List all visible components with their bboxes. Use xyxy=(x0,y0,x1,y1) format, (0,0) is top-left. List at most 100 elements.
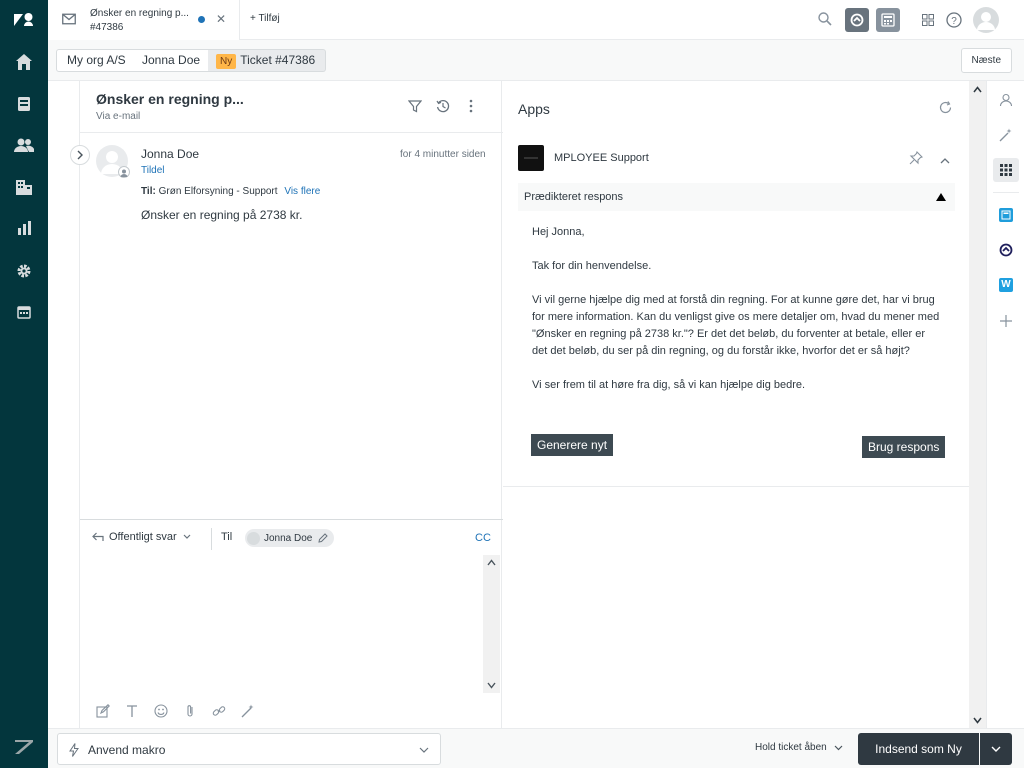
triangle-up-icon[interactable] xyxy=(936,193,946,201)
composer-scrollbar[interactable] xyxy=(483,555,500,693)
hold-ticket-dropdown[interactable]: Hold ticket åben xyxy=(755,742,843,753)
cc-link[interactable]: CC xyxy=(475,532,491,544)
submit-options-button[interactable] xyxy=(980,733,1012,765)
message-author[interactable]: Jonna Doe xyxy=(141,147,199,161)
tab-ticket-number: #47386 xyxy=(90,22,124,33)
home-icon[interactable] xyxy=(12,50,36,74)
status-badge: Ny xyxy=(216,54,237,69)
compose-note-icon[interactable] xyxy=(96,704,110,718)
scroll-down-icon[interactable] xyxy=(487,682,496,689)
next-button[interactable]: Næste xyxy=(960,48,1012,73)
reporting-icon[interactable] xyxy=(12,216,36,240)
regenerate-button[interactable]: Generere nyt xyxy=(531,434,614,456)
message: Jonna Doe for 4 minutter siden Tildel Ti… xyxy=(80,134,503,254)
apps-grid-icon[interactable] xyxy=(993,158,1019,182)
magic-wand-icon[interactable] xyxy=(241,704,255,718)
conversation-header: Ønsker en regning p... Via e-mail xyxy=(80,81,503,133)
lightning-icon xyxy=(69,743,79,757)
reply-type-dropdown[interactable]: Offentligt svar xyxy=(92,531,191,543)
views-icon[interactable] xyxy=(12,92,36,116)
breadcrumb-ticket-label: Ticket #47386 xyxy=(240,53,316,67)
user-avatar[interactable] xyxy=(973,7,999,33)
footer-bar: Anvend makro Hold ticket åben Indsend so… xyxy=(48,728,1024,768)
filter-icon[interactable] xyxy=(407,99,423,116)
user-profile-icon[interactable] xyxy=(999,93,1013,110)
add-app-icon[interactable] xyxy=(999,314,1013,331)
end-user-badge-icon xyxy=(118,166,130,178)
zendesk-product-icon[interactable] xyxy=(12,735,36,759)
history-icon[interactable] xyxy=(436,99,450,116)
composer-toolbar xyxy=(96,704,255,718)
link-icon[interactable] xyxy=(212,704,226,718)
calculator-app-icon[interactable] xyxy=(876,8,900,32)
apps-panel: Apps MPLOYEE Support Prædikteret respons… xyxy=(503,81,969,728)
divider xyxy=(503,486,969,487)
to-label: Til: xyxy=(141,186,156,197)
divider xyxy=(211,528,212,550)
chevron-down-icon xyxy=(834,745,843,750)
reply-composer: Offentligt svar Til Jonna Doe CC xyxy=(80,519,503,728)
show-more-link[interactable]: Vis flere xyxy=(284,186,320,197)
close-tab-icon[interactable]: ✕ xyxy=(216,12,226,26)
to-field-label: Til xyxy=(221,531,233,543)
assign-link[interactable]: Tildel xyxy=(141,165,165,176)
edit-pencil-icon[interactable] xyxy=(318,533,329,543)
message-time: for 4 minutter siden xyxy=(400,149,486,160)
ticket-subject[interactable]: Ønsker en regning p... xyxy=(96,91,244,107)
response-paragraph: Tak for din henvendelse. xyxy=(532,260,652,272)
context-bar: W xyxy=(986,81,1024,728)
knowledge-wand-icon[interactable] xyxy=(999,128,1013,145)
customers-icon[interactable] xyxy=(12,133,36,157)
macro-label: Anvend makro xyxy=(88,743,166,757)
admin-gear-icon[interactable] xyxy=(12,259,36,283)
svg-text:?: ? xyxy=(951,16,957,27)
use-response-button[interactable]: Brug respons xyxy=(862,436,946,458)
breadcrumb-requester[interactable]: Jonna Doe xyxy=(132,49,212,72)
search-icon[interactable] xyxy=(818,12,832,29)
ticket-tab[interactable]: Ønsker en regning p... #47386 ✕ xyxy=(48,0,240,40)
apply-macro-dropdown[interactable]: Anvend makro xyxy=(57,733,441,765)
organizations-icon[interactable] xyxy=(12,175,36,199)
breadcrumb-org[interactable]: My org A/S xyxy=(56,49,137,72)
submit-button[interactable]: Indsend som Ny xyxy=(858,733,979,765)
add-tab-button[interactable]: + Tilføj xyxy=(250,13,280,24)
response-paragraph: Hej Jonna, xyxy=(532,226,585,238)
attachment-icon[interactable] xyxy=(183,704,197,718)
breadcrumb: My org A/S Jonna Doe Ny Ticket #47386 Næs… xyxy=(48,40,1024,81)
section-label: Prædikteret respons xyxy=(524,191,624,203)
apps-title: Apps xyxy=(518,101,550,117)
pin-icon[interactable] xyxy=(909,150,924,168)
divider xyxy=(993,192,1019,193)
calendar-icon[interactable] xyxy=(12,300,36,324)
w-app-icon[interactable]: W xyxy=(999,278,1013,292)
more-options-icon[interactable] xyxy=(468,99,474,116)
message-recipients: Til: Grøn Elforsyning - Support Vis fler… xyxy=(141,186,320,197)
zendesk-logo-icon[interactable] xyxy=(12,8,36,32)
integration-app-icon[interactable] xyxy=(845,8,869,32)
product-grid-icon[interactable] xyxy=(922,14,934,29)
refresh-icon[interactable] xyxy=(939,101,952,117)
chevron-down-icon xyxy=(419,747,429,753)
top-bar: Ønsker en regning p... #47386 ✕ + Tilføj… xyxy=(48,0,1024,40)
predicted-response-header[interactable]: Prædikteret respons xyxy=(518,183,955,211)
integration-app-icon[interactable] xyxy=(999,243,1013,260)
mail-icon xyxy=(62,13,76,28)
collapse-app-icon[interactable] xyxy=(940,153,950,167)
scroll-up-icon[interactable] xyxy=(487,559,496,566)
recipient-name: Jonna Doe xyxy=(264,532,313,544)
response-paragraph: Vi ser frem til at høre fra dig, så vi k… xyxy=(532,379,806,391)
emoji-icon[interactable] xyxy=(154,704,168,718)
unsaved-dot-icon xyxy=(198,16,205,23)
scroll-up-icon[interactable] xyxy=(973,86,982,93)
text-format-icon[interactable] xyxy=(125,704,139,718)
recipient-pill[interactable]: Jonna Doe xyxy=(245,529,335,547)
recipient-avatar xyxy=(247,531,260,545)
breadcrumb-ticket[interactable]: Ny Ticket #47386 xyxy=(208,49,327,72)
help-icon[interactable]: ? xyxy=(946,12,962,31)
apps-scrollbar[interactable] xyxy=(969,81,986,728)
calculator-app-icon[interactable] xyxy=(999,208,1013,222)
scroll-down-icon[interactable] xyxy=(973,717,982,724)
message-body: Ønsker en regning på 2738 kr. xyxy=(141,208,303,222)
expand-panel-button[interactable] xyxy=(70,145,90,165)
left-nav xyxy=(0,0,48,768)
